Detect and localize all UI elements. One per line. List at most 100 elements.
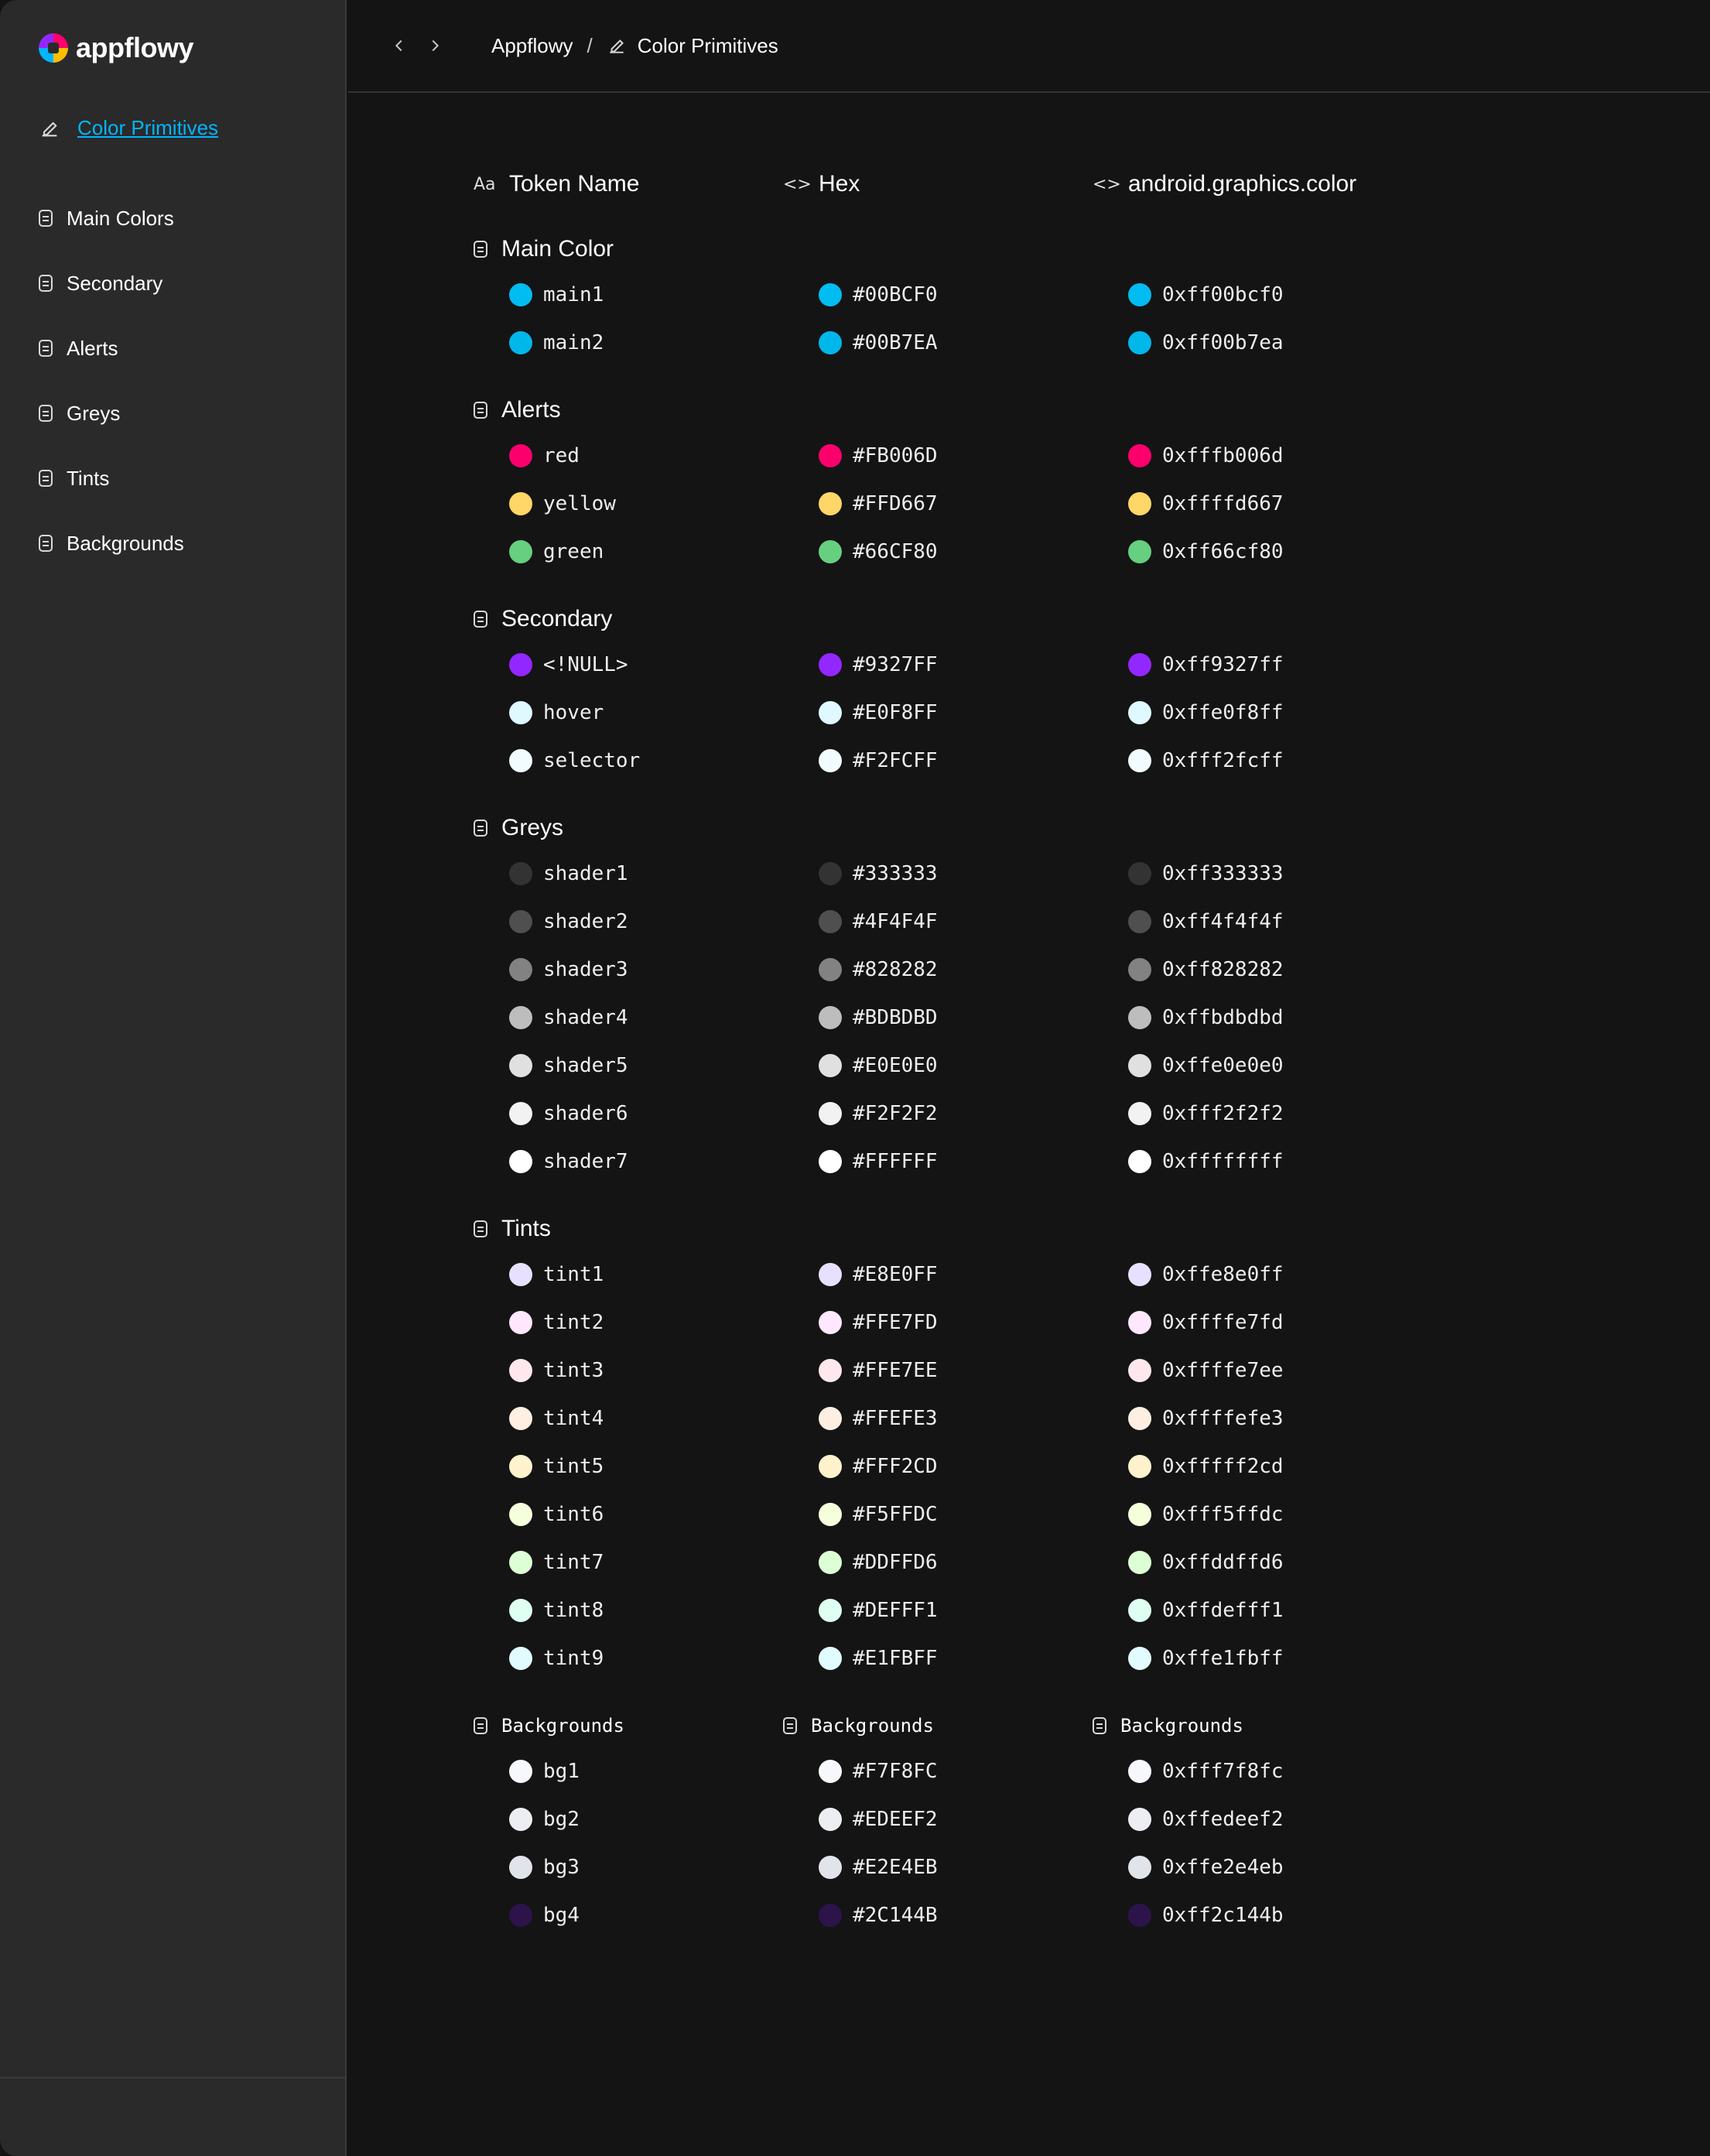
color-swatch bbox=[819, 1311, 842, 1334]
color-swatch bbox=[509, 492, 532, 515]
cell-value: 0xffe1fbff bbox=[1162, 1647, 1284, 1670]
table-row[interactable]: shader6 #F2F2F2 0xfff2f2f2 bbox=[474, 1090, 1634, 1138]
sidebar-item-tints[interactable]: Tints bbox=[39, 446, 184, 511]
android-color-cell: 0xffffe7fd bbox=[1093, 1311, 1402, 1334]
token-name-cell: bg1 bbox=[474, 1760, 783, 1783]
table-row[interactable]: tint8 #DEFFF1 0xffdefff1 bbox=[474, 1586, 1634, 1634]
table-row[interactable]: tint6 #F5FFDC 0xfff5ffdc bbox=[474, 1490, 1634, 1538]
android-color-cell: 0xffbdbdbd bbox=[1093, 1006, 1402, 1029]
android-color-cell: 0xfffff2cd bbox=[1093, 1455, 1402, 1478]
color-swatch bbox=[1128, 1856, 1151, 1879]
table-row[interactable]: tint7 #DDFFD6 0xffddffd6 bbox=[474, 1538, 1634, 1586]
color-swatch bbox=[1128, 1150, 1151, 1173]
sidebar-item-secondary[interactable]: Secondary bbox=[39, 251, 184, 316]
cell-value: green bbox=[543, 540, 604, 563]
sidebar-item-main-colors[interactable]: Main Colors bbox=[39, 186, 184, 251]
document-icon bbox=[1093, 1717, 1106, 1734]
table-row[interactable]: shader4 #BDBDBD 0xffbdbdbd bbox=[474, 994, 1634, 1042]
table-row[interactable]: tint9 #E1FBFF 0xffe1fbff bbox=[474, 1634, 1634, 1682]
hex-cell: #66CF80 bbox=[783, 540, 1093, 563]
android-color-cell: 0xfff2f2f2 bbox=[1093, 1102, 1402, 1125]
table-row[interactable]: tint5 #FFF2CD 0xfffff2cd bbox=[474, 1442, 1634, 1490]
document-icon bbox=[39, 470, 53, 487]
table-row[interactable]: tint2 #FFE7FD 0xffffe7fd bbox=[474, 1299, 1634, 1347]
color-swatch bbox=[1128, 540, 1151, 563]
breadcrumb-current[interactable]: Color Primitives bbox=[607, 34, 778, 58]
cell-value: bg4 bbox=[543, 1904, 580, 1927]
hex-cell: #00B7EA bbox=[783, 331, 1093, 354]
table-row[interactable]: bg1 #F7F8FC 0xfff7f8fc bbox=[474, 1747, 1634, 1795]
sidebar-item-backgrounds[interactable]: Backgrounds bbox=[39, 511, 184, 576]
color-swatch bbox=[819, 492, 842, 515]
android-color-cell: 0xff00b7ea bbox=[1093, 331, 1402, 354]
android-color-cell: 0xff9327ff bbox=[1093, 653, 1402, 676]
section-title: Alerts bbox=[474, 388, 1634, 432]
color-swatch bbox=[1128, 1102, 1151, 1125]
cell-value: #E0F8FF bbox=[853, 701, 938, 724]
token-name-cell: tint5 bbox=[474, 1455, 783, 1478]
sidebar-item-greys[interactable]: Greys bbox=[39, 381, 184, 446]
table-row[interactable]: shader1 #333333 0xff333333 bbox=[474, 850, 1634, 898]
color-swatch bbox=[509, 1455, 532, 1478]
color-swatch bbox=[819, 1263, 842, 1286]
table-row[interactable]: shader2 #4F4F4F 0xff4f4f4f bbox=[474, 898, 1634, 946]
color-swatch bbox=[819, 701, 842, 724]
table-row[interactable]: green #66CF80 0xff66cf80 bbox=[474, 528, 1634, 576]
table-row[interactable]: tint1 #E8E0FF 0xffe8e0ff bbox=[474, 1251, 1634, 1299]
color-swatch bbox=[819, 749, 842, 772]
sidebar-item-alerts[interactable]: Alerts bbox=[39, 316, 184, 381]
table-row[interactable]: tint3 #FFE7EE 0xffffe7ee bbox=[474, 1347, 1634, 1395]
color-swatch bbox=[509, 1102, 532, 1125]
table-row[interactable]: tint4 #FFEFE3 0xffffefe3 bbox=[474, 1395, 1634, 1442]
section-title-label: Backgrounds bbox=[1120, 1715, 1243, 1737]
cell-value: #BDBDBD bbox=[853, 1006, 938, 1029]
back-chevron-icon[interactable] bbox=[391, 37, 408, 54]
table-row[interactable]: hover #E0F8FF 0xffe0f8ff bbox=[474, 689, 1634, 737]
android-color-cell: 0xffe1fbff bbox=[1093, 1647, 1402, 1670]
app-logo[interactable]: appflowy bbox=[39, 31, 194, 65]
forward-chevron-icon[interactable] bbox=[426, 37, 443, 54]
cell-value: #E2E4EB bbox=[853, 1856, 938, 1879]
sidebar-item-label: Color Primitives bbox=[77, 116, 219, 139]
breadcrumb-separator: / bbox=[587, 33, 593, 57]
color-swatch bbox=[819, 1503, 842, 1526]
table-row[interactable]: shader5 #E0E0E0 0xffe0e0e0 bbox=[474, 1042, 1634, 1090]
table-row[interactable]: main1 #00BCF0 0xff00bcf0 bbox=[474, 271, 1634, 319]
table-row[interactable]: <!NULL> #9327FF 0xff9327ff bbox=[474, 641, 1634, 689]
color-swatch bbox=[819, 1551, 842, 1574]
color-swatch bbox=[819, 1647, 842, 1670]
color-swatch bbox=[1128, 1263, 1151, 1286]
table-row[interactable]: red #FB006D 0xfffb006d bbox=[474, 432, 1634, 480]
document-icon bbox=[39, 535, 53, 552]
hex-cell: #E1FBFF bbox=[783, 1647, 1093, 1670]
color-swatch bbox=[509, 444, 532, 467]
table-row[interactable]: bg4 #2C144B 0xff2c144b bbox=[474, 1891, 1634, 1939]
table-row[interactable]: shader3 #828282 0xff828282 bbox=[474, 946, 1634, 994]
table-row[interactable]: yellow #FFD667 0xffffd667 bbox=[474, 480, 1634, 528]
hex-cell: #FFE7EE bbox=[783, 1359, 1093, 1382]
cell-value: #2C144B bbox=[853, 1904, 938, 1927]
sidebar-item-color-primitives[interactable]: Color Primitives bbox=[39, 116, 218, 140]
token-name-cell: selector bbox=[474, 749, 783, 772]
hex-cell: #FB006D bbox=[783, 444, 1093, 467]
color-swatch bbox=[509, 958, 532, 981]
hex-cell: #BDBDBD bbox=[783, 1006, 1093, 1029]
cell-value: 0xffffe7fd bbox=[1162, 1311, 1284, 1334]
table-row[interactable]: selector #F2FCFF 0xfff2fcff bbox=[474, 737, 1634, 785]
breadcrumb-root[interactable]: Appflowy bbox=[491, 34, 573, 58]
table-row[interactable]: shader7 #FFFFFF 0xffffffff bbox=[474, 1138, 1634, 1186]
section-title-column: Backgrounds bbox=[474, 1715, 783, 1737]
color-swatch bbox=[509, 1599, 532, 1622]
sidebar-item-label: Backgrounds bbox=[67, 531, 184, 555]
hex-cell: #E0E0E0 bbox=[783, 1054, 1093, 1077]
hex-cell: #FFF2CD bbox=[783, 1455, 1093, 1478]
table-row[interactable]: main2 #00B7EA 0xff00b7ea bbox=[474, 319, 1634, 367]
token-sections: Main Color main1 #00BCF0 0xff00bcf0 main2 #00… bbox=[474, 228, 1634, 1939]
table-row[interactable]: bg3 #E2E4EB 0xffe2e4eb bbox=[474, 1843, 1634, 1891]
table-row[interactable]: bg2 #EDEEF2 0xffedeef2 bbox=[474, 1795, 1634, 1843]
cell-value: #DDFFD6 bbox=[853, 1551, 938, 1574]
token-name-cell: hover bbox=[474, 701, 783, 724]
sidebar-item-label: Greys bbox=[67, 401, 121, 425]
token-name-cell: shader2 bbox=[474, 910, 783, 933]
cell-value: 0xffedeef2 bbox=[1162, 1808, 1284, 1831]
